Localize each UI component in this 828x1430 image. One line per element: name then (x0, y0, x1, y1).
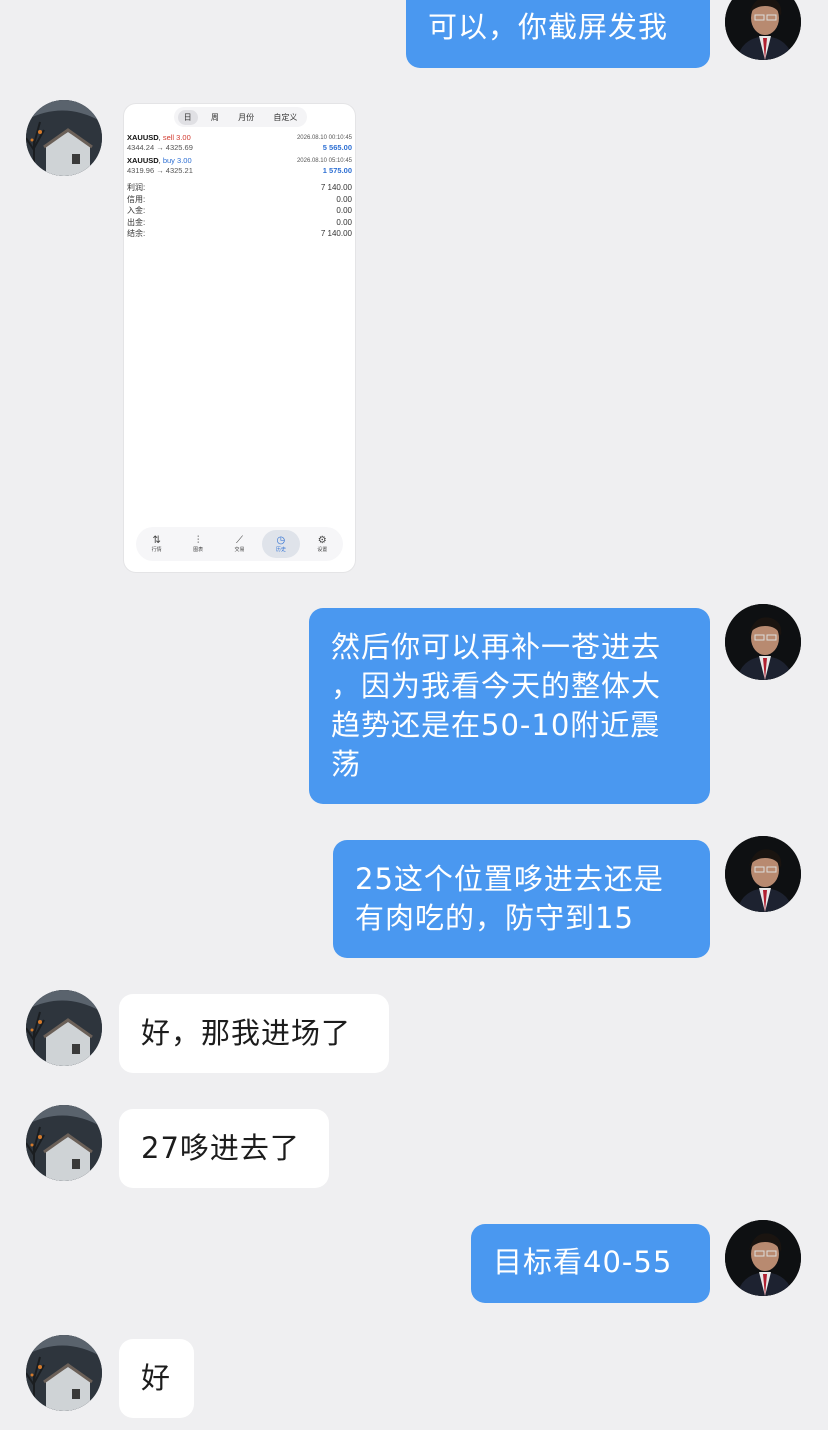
gear-icon: ⚙ (317, 535, 327, 546)
house-tree-photo-icon (26, 1105, 102, 1181)
summary-row: 出金: 0.00 (127, 217, 352, 229)
candlestick-icon: ⫶ (196, 535, 200, 546)
message-text: 目标看40-55 (493, 1245, 673, 1279)
outgoing-message[interactable]: 目标看40-55 (471, 1224, 710, 1303)
summary-label: 结余: (127, 229, 146, 238)
tab-label: 图表 (193, 547, 204, 553)
message-line: 荡 (331, 747, 362, 781)
contact-avatar[interactable] (725, 836, 801, 912)
man-portrait-icon (725, 604, 801, 680)
sender-avatar[interactable] (26, 100, 102, 176)
summary-row: 利润: 7 140.00 (127, 182, 352, 194)
message-text: 27哆进去了 (141, 1131, 300, 1165)
deal-prices: 4319.96 → 4325.21 (127, 166, 193, 175)
summary-label: 入金: (127, 206, 146, 215)
incoming-message[interactable]: 27哆进去了 (119, 1109, 329, 1188)
outgoing-message[interactable]: 25这个位置哆进去还是 有肉吃的，防守到15 (333, 840, 710, 958)
tab-charts[interactable]: ⫶ 图表 (179, 530, 217, 558)
summary-value: 7 140.00 (320, 229, 352, 238)
segment-day[interactable]: 日 (177, 109, 198, 125)
account-summary: 利润: 7 140.00 信用: 0.00 入金: 0.00 出金: 0.00 结余: 7… (127, 182, 352, 240)
contact-avatar[interactable] (725, 0, 801, 60)
incoming-message[interactable]: 好，那我进场了 (119, 994, 389, 1073)
outgoing-message[interactable]: 可以，你截屏发我 (406, 0, 710, 68)
sender-avatar[interactable] (26, 1335, 102, 1411)
message-line: 趋势还是在50-10附近震 (331, 708, 661, 742)
sender-avatar[interactable] (26, 1105, 102, 1181)
outgoing-message[interactable]: 然后你可以再补一苍进去 ，因为我看今天的整体大 趋势还是在50-10附近震 荡 (309, 608, 710, 804)
summary-row: 信用: 0.00 (127, 194, 352, 206)
house-tree-photo-icon (26, 100, 102, 176)
deal-time: 2026.08.10 05:10:45 (296, 158, 352, 164)
message-line: 然后你可以再补一苍进去 (331, 630, 662, 664)
message-text: 可以，你截屏发我 (428, 10, 669, 44)
deal-side: sell 3.00 (162, 133, 191, 142)
summary-row: 结余: 7 140.00 (127, 228, 352, 240)
message-text: 好 (141, 1361, 172, 1395)
deal-symbol: XAUUSD (127, 133, 159, 142)
tab-settings[interactable]: ⚙ 设置 (303, 530, 341, 558)
summary-label: 利润: (127, 183, 146, 192)
summary-value: 0.00 (336, 194, 352, 204)
message-line: 25这个位置哆进去还是 (355, 862, 664, 896)
deal-prices: 4344.24 → 4325.69 (127, 143, 193, 152)
arrows-updown-icon: ⇅ (152, 535, 161, 546)
segment-month[interactable]: 月份 (232, 110, 260, 125)
deal-profit: 5 565.00 (322, 143, 352, 152)
bottom-tab-bar: ⇅ 行情 ⫶ 图表 ⟋ 交易 ◷ 历史 ⚙ 设置 (136, 527, 343, 561)
period-segmented-control: 日 周 月份 自定义 (174, 107, 307, 127)
clock-icon: ◷ (276, 535, 286, 546)
segment-custom[interactable]: 自定义 (267, 110, 303, 125)
trade-history-screenshot[interactable]: 日 周 月份 自定义 XAUUSD, sell 3.00 2026.08.10 … (124, 104, 355, 572)
summary-label: 信用: (127, 194, 146, 204)
trend-chart-icon: ⟋ (235, 535, 243, 546)
tab-trade[interactable]: ⟋ 交易 (220, 530, 258, 558)
message-text: 好，那我进场了 (141, 1016, 352, 1050)
contact-avatar[interactable] (725, 604, 801, 680)
deal-row: XAUUSD, sell 3.00 2026.08.10 00:10:45 43… (127, 133, 352, 152)
man-portrait-icon (725, 1220, 801, 1296)
tab-label: 行情 (151, 547, 162, 553)
contact-avatar[interactable] (725, 1220, 801, 1296)
summary-label: 出金: (127, 217, 146, 227)
house-tree-photo-icon (26, 1335, 102, 1411)
man-portrait-icon (725, 0, 801, 60)
summary-value: 0.00 (336, 206, 352, 215)
incoming-message[interactable]: 好 (119, 1339, 194, 1418)
deal-row: XAUUSD, buy 3.00 2026.08.10 05:10:45 431… (127, 156, 352, 175)
tab-label: 交易 (234, 547, 245, 553)
sender-avatar[interactable] (26, 990, 102, 1066)
summary-value: 7 140.00 (320, 183, 352, 192)
man-portrait-icon (725, 836, 801, 912)
message-line: ，因为我看今天的整体大 (331, 669, 662, 703)
tab-label: 历史 (275, 547, 286, 553)
deal-time: 2026.08.10 00:10:45 (296, 135, 352, 141)
deal-profit: 1 575.00 (322, 166, 352, 175)
tab-history[interactable]: ◷ 历史 (261, 530, 300, 558)
message-line: 有肉吃的，防守到15 (355, 901, 634, 935)
summary-row: 入金: 0.00 (127, 205, 352, 217)
segment-week[interactable]: 周 (205, 110, 225, 125)
tab-quotes[interactable]: ⇅ 行情 (138, 530, 176, 558)
deal-symbol: XAUUSD (127, 156, 159, 165)
house-tree-photo-icon (26, 990, 102, 1066)
summary-value: 0.00 (336, 217, 352, 227)
tab-label: 设置 (317, 547, 328, 553)
deal-side: buy 3.00 (162, 156, 192, 165)
